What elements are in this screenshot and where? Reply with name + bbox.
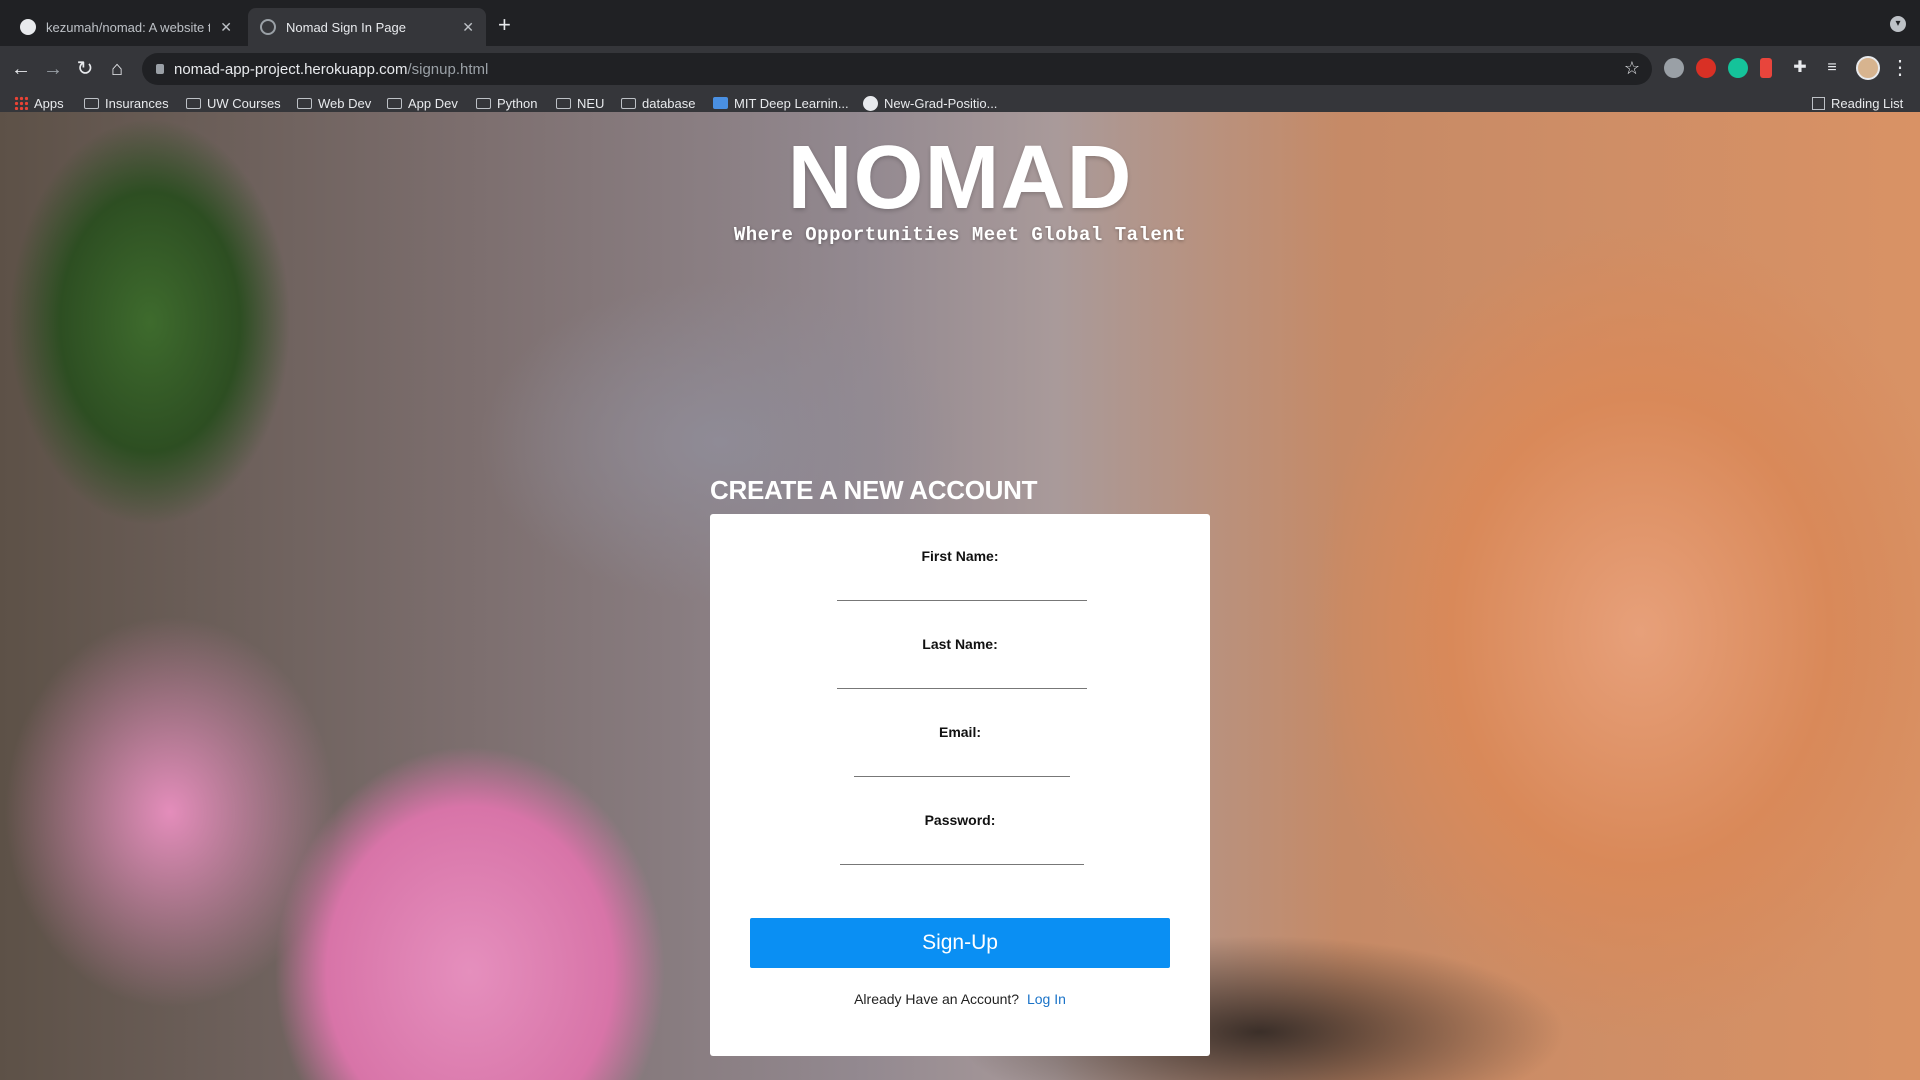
bookmark-label: Insurances (105, 95, 169, 111)
tab-title: Nomad Sign In Page (286, 19, 406, 35)
extension-icon[interactable] (1664, 58, 1684, 78)
reload-icon[interactable]: ↻ (72, 56, 98, 82)
last-name-input[interactable] (837, 660, 1087, 689)
signup-button[interactable]: Sign-Up (750, 918, 1170, 968)
bookmark-apps[interactable]: Apps (14, 92, 64, 114)
last-name-label: Last Name: (922, 636, 998, 652)
first-name-input[interactable] (837, 572, 1087, 601)
bookmark-new-grad-positions[interactable]: New-Grad-Positio... (863, 92, 997, 114)
tab-github-repo[interactable]: kezumah/nomad: A website to ✕ (8, 8, 244, 46)
bookmark-web-dev[interactable]: Web Dev (297, 92, 371, 114)
bookmark-label: Python (497, 95, 538, 111)
first-name-field: First Name: (710, 548, 1210, 564)
tab-strip: kezumah/nomad: A website to ✕ Nomad Sign… (0, 0, 1920, 46)
address-bar[interactable]: nomad-app-project.herokuapp.com/signup.h… (142, 53, 1652, 85)
page-header: NOMAD Where Opportunities Meet Global Ta… (0, 128, 1920, 246)
reading-list-button[interactable]: Reading List (1812, 92, 1903, 114)
email-input[interactable] (854, 748, 1070, 777)
bookmark-insurances[interactable]: Insurances (84, 92, 169, 114)
bookmark-label: NEU (577, 95, 605, 111)
site-logo: NOMAD (787, 128, 1133, 228)
menu-kebab-icon[interactable]: ⋮ (1890, 56, 1910, 80)
reading-list-label: Reading List (1831, 95, 1904, 111)
bookmark-label: MIT Deep Learnin... (734, 95, 849, 111)
bookmark-database[interactable]: database (621, 92, 696, 114)
folder-icon (556, 97, 571, 109)
profile-avatar[interactable] (1856, 56, 1880, 80)
bookmarks-bar: Apps Insurances UW Courses Web Dev App D… (0, 92, 1920, 114)
tab-nomad-sign-in[interactable]: Nomad Sign In Page ✕ (248, 8, 486, 46)
globe-icon (260, 19, 276, 35)
mit-icon (713, 97, 728, 109)
email-field: Email: (710, 724, 1210, 740)
close-icon[interactable]: ✕ (220, 19, 232, 36)
password-input[interactable] (840, 836, 1084, 865)
back-arrow-icon[interactable]: ← (8, 56, 34, 82)
github-icon (863, 95, 878, 111)
grammarly-extension-icon[interactable] (1728, 58, 1748, 78)
page-viewport: NOMAD Where Opportunities Meet Global Ta… (0, 112, 1920, 1080)
bookmark-python[interactable]: Python (476, 92, 537, 114)
apps-grid-icon (14, 96, 28, 110)
folder-icon (621, 97, 636, 109)
new-tab-button[interactable]: + (498, 12, 511, 38)
bookmark-neu[interactable]: NEU (556, 92, 604, 114)
form-heading: CREATE A NEW ACCOUNT (710, 475, 1038, 505)
bookmark-label: Web Dev (318, 95, 372, 111)
url-path: /signup.html (407, 60, 489, 78)
password-label: Password: (924, 812, 996, 828)
media-queue-icon[interactable]: ≡ (1822, 58, 1842, 78)
bookmark-uw-courses[interactable]: UW Courses (186, 92, 281, 114)
bookmark-label: Apps (34, 95, 64, 111)
extension-icon[interactable] (1760, 58, 1772, 78)
folder-icon (84, 97, 99, 109)
signup-form-card: First Name: Last Name: Email: Password: … (710, 514, 1210, 1056)
password-field: Password: (710, 812, 1210, 828)
folder-icon (387, 97, 402, 109)
login-prompt-line: Already Have an Account? Log In (710, 991, 1210, 1007)
forward-arrow-icon[interactable]: → (40, 56, 66, 82)
folder-icon (297, 97, 312, 109)
reading-list-icon (1812, 96, 1825, 110)
github-icon (20, 19, 36, 35)
tab-search-icon[interactable]: ▾ (1890, 16, 1906, 32)
login-link[interactable]: Log In (1027, 991, 1066, 1007)
email-label: Email: (938, 724, 981, 740)
login-prompt-text: Already Have an Account? (854, 991, 1020, 1007)
close-icon[interactable]: ✕ (462, 19, 474, 36)
folder-icon (186, 97, 201, 109)
bookmark-label: New-Grad-Positio... (884, 95, 998, 111)
browser-toolbar: ← → ↻ ⌂ nomad-app-project.herokuapp.com/… (0, 46, 1920, 92)
bookmark-mit-deep-learning[interactable]: MIT Deep Learnin... (713, 92, 849, 114)
lock-icon[interactable] (156, 64, 164, 74)
tab-title: kezumah/nomad: A website to (46, 19, 211, 35)
folder-icon (476, 97, 491, 109)
last-name-field: Last Name: (710, 636, 1210, 652)
bookmark-app-dev[interactable]: App Dev (387, 92, 458, 114)
first-name-label: First Name: (921, 548, 999, 564)
adblock-extension-icon[interactable] (1696, 58, 1716, 78)
bookmark-label: UW Courses (207, 95, 281, 111)
bookmark-label: App Dev (408, 95, 458, 111)
url-host: nomad-app-project.herokuapp.com (174, 60, 408, 78)
site-tagline: Where Opportunities Meet Global Talent (733, 224, 1187, 246)
puzzle-extensions-icon[interactable]: ✚ (1790, 58, 1810, 78)
bookmark-label: database (642, 95, 696, 111)
bookmark-star-icon[interactable]: ☆ (1624, 58, 1640, 79)
home-icon[interactable]: ⌂ (104, 56, 130, 82)
